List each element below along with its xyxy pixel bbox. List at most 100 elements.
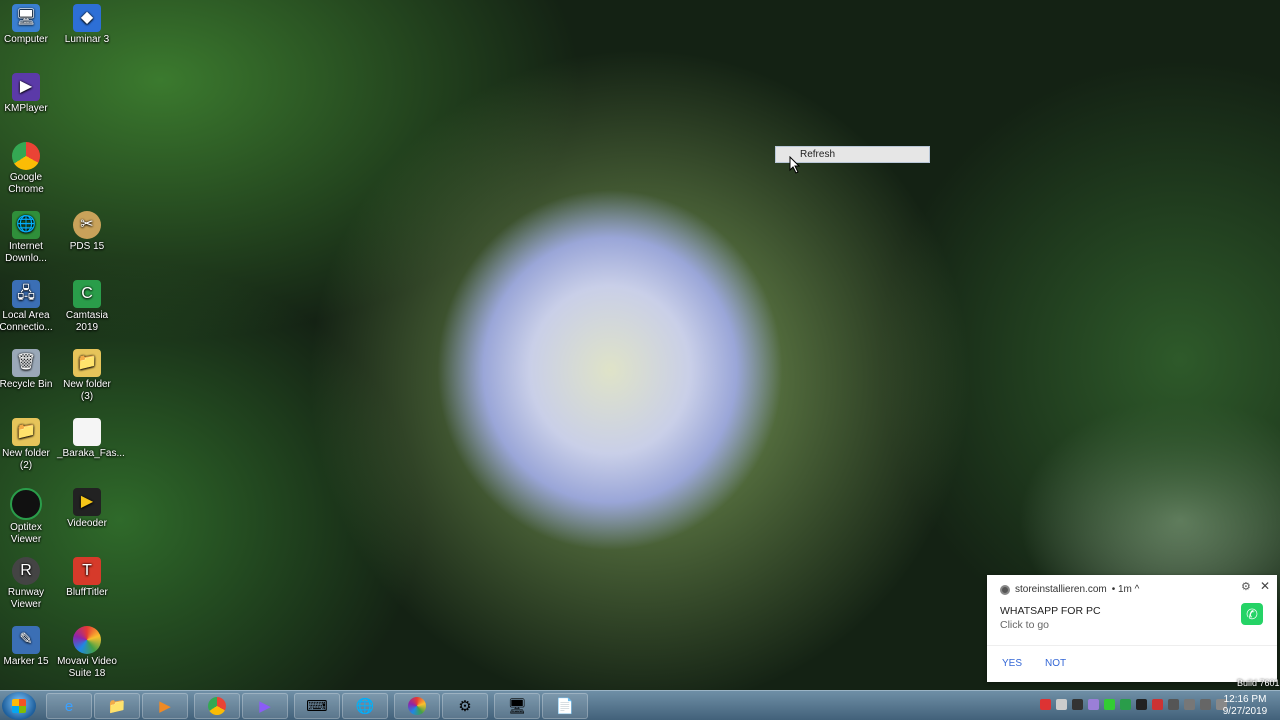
start-button[interactable] <box>2 692 36 720</box>
desktop-icon-videoder[interactable]: ▶ Videoder <box>57 488 117 530</box>
desktop-icon-pds[interactable]: ✂ PDS 15 <box>57 211 117 253</box>
desktop-icon-movavi[interactable]: Movavi Video Suite 18 <box>57 626 117 680</box>
desktop-icon-baraka-file[interactable]: _Baraka_Fas... <box>57 418 125 460</box>
yes-button[interactable]: YES <box>1002 658 1022 669</box>
computer-icon: 🖥 <box>12 4 40 32</box>
system-tray <box>1040 699 1227 710</box>
desktop[interactable]: 🖥 Computer ◆ Luminar 3 ▶ KMPlayer Google… <box>0 0 1280 690</box>
tray-key-icon[interactable] <box>1136 699 1147 710</box>
chrome-small-icon <box>1000 584 1010 595</box>
blufftitler-icon: T <box>73 557 101 585</box>
mouse-cursor-icon <box>789 156 801 174</box>
folder-icon: 📁 <box>73 349 101 377</box>
taskbar-globe-button[interactable]: 🌐 <box>342 693 388 719</box>
tray-download-icon[interactable] <box>1104 699 1115 710</box>
movavi-icon <box>73 626 101 654</box>
desktop-icon-computer[interactable]: 🖥 Computer <box>0 4 56 46</box>
desktop-icon-idm[interactable]: 🌐 Internet Downlo... <box>0 211 56 265</box>
icon-label: Internet Downlo... <box>5 241 47 264</box>
clock[interactable]: 12:16 PM 9/27/2019 <box>1220 694 1270 718</box>
settings-gear-icon[interactable]: ⚙ <box>1241 580 1251 593</box>
context-menu-refresh[interactable]: Refresh <box>800 149 835 160</box>
icon-label: New folder (2) <box>2 448 50 471</box>
taskbar-control-panel-button[interactable]: ⚙ <box>442 693 488 719</box>
taskbar-ie-button[interactable]: e <box>46 693 92 719</box>
desktop-icon-recycle-bin[interactable]: 🗑 Recycle Bin <box>0 349 56 391</box>
idm-icon: 🌐 <box>12 211 40 239</box>
desktop-icon-optitex[interactable]: Optitex Viewer <box>0 488 56 546</box>
tray-flag-icon[interactable] <box>1152 699 1163 710</box>
notification-title: WHATSAPP FOR PC <box>1000 605 1101 617</box>
optitex-icon <box>10 488 42 520</box>
desktop-icon-camtasia[interactable]: C Camtasia 2019 <box>57 280 117 334</box>
icon-label: Videoder <box>67 518 107 529</box>
desktop-icon-blufftitler[interactable]: T BluffTitler <box>57 557 117 599</box>
globe-icon: 🌐 <box>355 698 375 715</box>
volume-icon[interactable] <box>1184 699 1195 710</box>
icon-label: Marker 15 <box>3 656 49 667</box>
close-icon[interactable]: ✕ <box>1260 579 1270 593</box>
vs-icon: ▶ <box>259 698 271 715</box>
icon-label: KMPlayer <box>4 103 48 114</box>
network-tray-icon[interactable] <box>1200 699 1211 710</box>
network-icon: 🖧 <box>12 280 40 308</box>
videoder-icon: ▶ <box>73 488 101 516</box>
tray-pen-icon[interactable] <box>1088 699 1099 710</box>
not-button[interactable]: NOT <box>1045 658 1066 669</box>
desktop-icon-folder-3[interactable]: 📁 New folder (3) <box>57 349 117 403</box>
folder-icon: 📁 <box>107 698 127 715</box>
icon-label: Recycle Bin <box>0 379 53 390</box>
notification-source-text: storeinstallieren.com <box>1015 584 1107 595</box>
icon-label: Optitex Viewer <box>10 522 42 545</box>
icon-label: PDS 15 <box>69 241 105 252</box>
desktop-icon-runway[interactable]: R Runway Viewer <box>0 557 56 611</box>
notification-toast[interactable]: storeinstallieren.com • 1m ^ ⚙ ✕ WHATSAP… <box>987 575 1277 682</box>
taskbar-media-button[interactable]: ▶ <box>142 693 188 719</box>
clock-date: 9/27/2019 <box>1222 706 1268 717</box>
chrome-icon <box>208 697 226 715</box>
taskbar-document-button[interactable]: 📄 <box>542 693 588 719</box>
notification-source: storeinstallieren.com • 1m ^ <box>1000 584 1139 595</box>
notification-subtitle: Click to go <box>1000 619 1050 631</box>
runway-icon: R <box>12 557 40 585</box>
keyboard-icon: ⌨ <box>306 698 328 715</box>
icon-label: Local Area Connectio... <box>0 310 53 333</box>
icon-label: Camtasia 2019 <box>65 310 109 333</box>
desktop-icon-network[interactable]: 🖧 Local Area Connectio... <box>0 280 56 334</box>
icon-label: BluffTitler <box>66 587 108 598</box>
taskbar-aperture-button[interactable] <box>394 693 440 719</box>
desktop-icon-chrome[interactable]: Google Chrome <box>0 142 56 196</box>
notification-time[interactable]: • 1m ^ <box>1112 584 1140 595</box>
tray-app-icon[interactable] <box>1040 699 1051 710</box>
taskbar-keyboard-button[interactable]: ⌨ <box>294 693 340 719</box>
icon-label: _Baraka_Fas... <box>57 448 125 459</box>
media-player-icon: ▶ <box>159 698 171 715</box>
tray-camtasia-icon[interactable] <box>1120 699 1131 710</box>
folder-icon: 📁 <box>12 418 40 446</box>
icon-label: Movavi Video Suite 18 <box>57 656 117 679</box>
taskbar-chrome-button[interactable] <box>194 693 240 719</box>
luminar-icon: ◆ <box>73 4 101 32</box>
tray-monitor-icon[interactable] <box>1056 699 1067 710</box>
marker-icon: ✎ <box>12 626 40 654</box>
desktop-icon-kmplayer[interactable]: ▶ KMPlayer <box>0 73 56 115</box>
taskbar-vs-button[interactable]: ▶ <box>242 693 288 719</box>
tray-window-icon[interactable] <box>1072 699 1083 710</box>
desktop-icon-folder-2[interactable]: 📁 New folder (2) <box>0 418 56 472</box>
desktop-icon-marker[interactable]: ✎ Marker 15 <box>0 626 56 668</box>
icon-label: Computer <box>4 34 48 45</box>
tray-screen-icon[interactable] <box>1168 699 1179 710</box>
icon-label: Luminar 3 <box>64 34 110 45</box>
taskbar-monitor-button[interactable]: 🖥 <box>494 693 540 719</box>
taskbar-explorer-button[interactable]: 📁 <box>94 693 140 719</box>
desktop-icon-luminar[interactable]: ◆ Luminar 3 <box>57 4 117 46</box>
explorer-ie-icon: e <box>64 697 74 715</box>
whatsapp-icon: ✆ <box>1241 603 1263 625</box>
control-panel-icon: ⚙ <box>458 698 472 715</box>
build-watermark: Build 7601 <box>1237 678 1280 688</box>
windows-logo-icon <box>12 699 26 713</box>
recycle-bin-icon: 🗑 <box>12 349 40 377</box>
file-icon <box>73 418 101 446</box>
icon-label: New folder (3) <box>63 379 111 402</box>
icon-label: Runway Viewer <box>7 587 45 610</box>
